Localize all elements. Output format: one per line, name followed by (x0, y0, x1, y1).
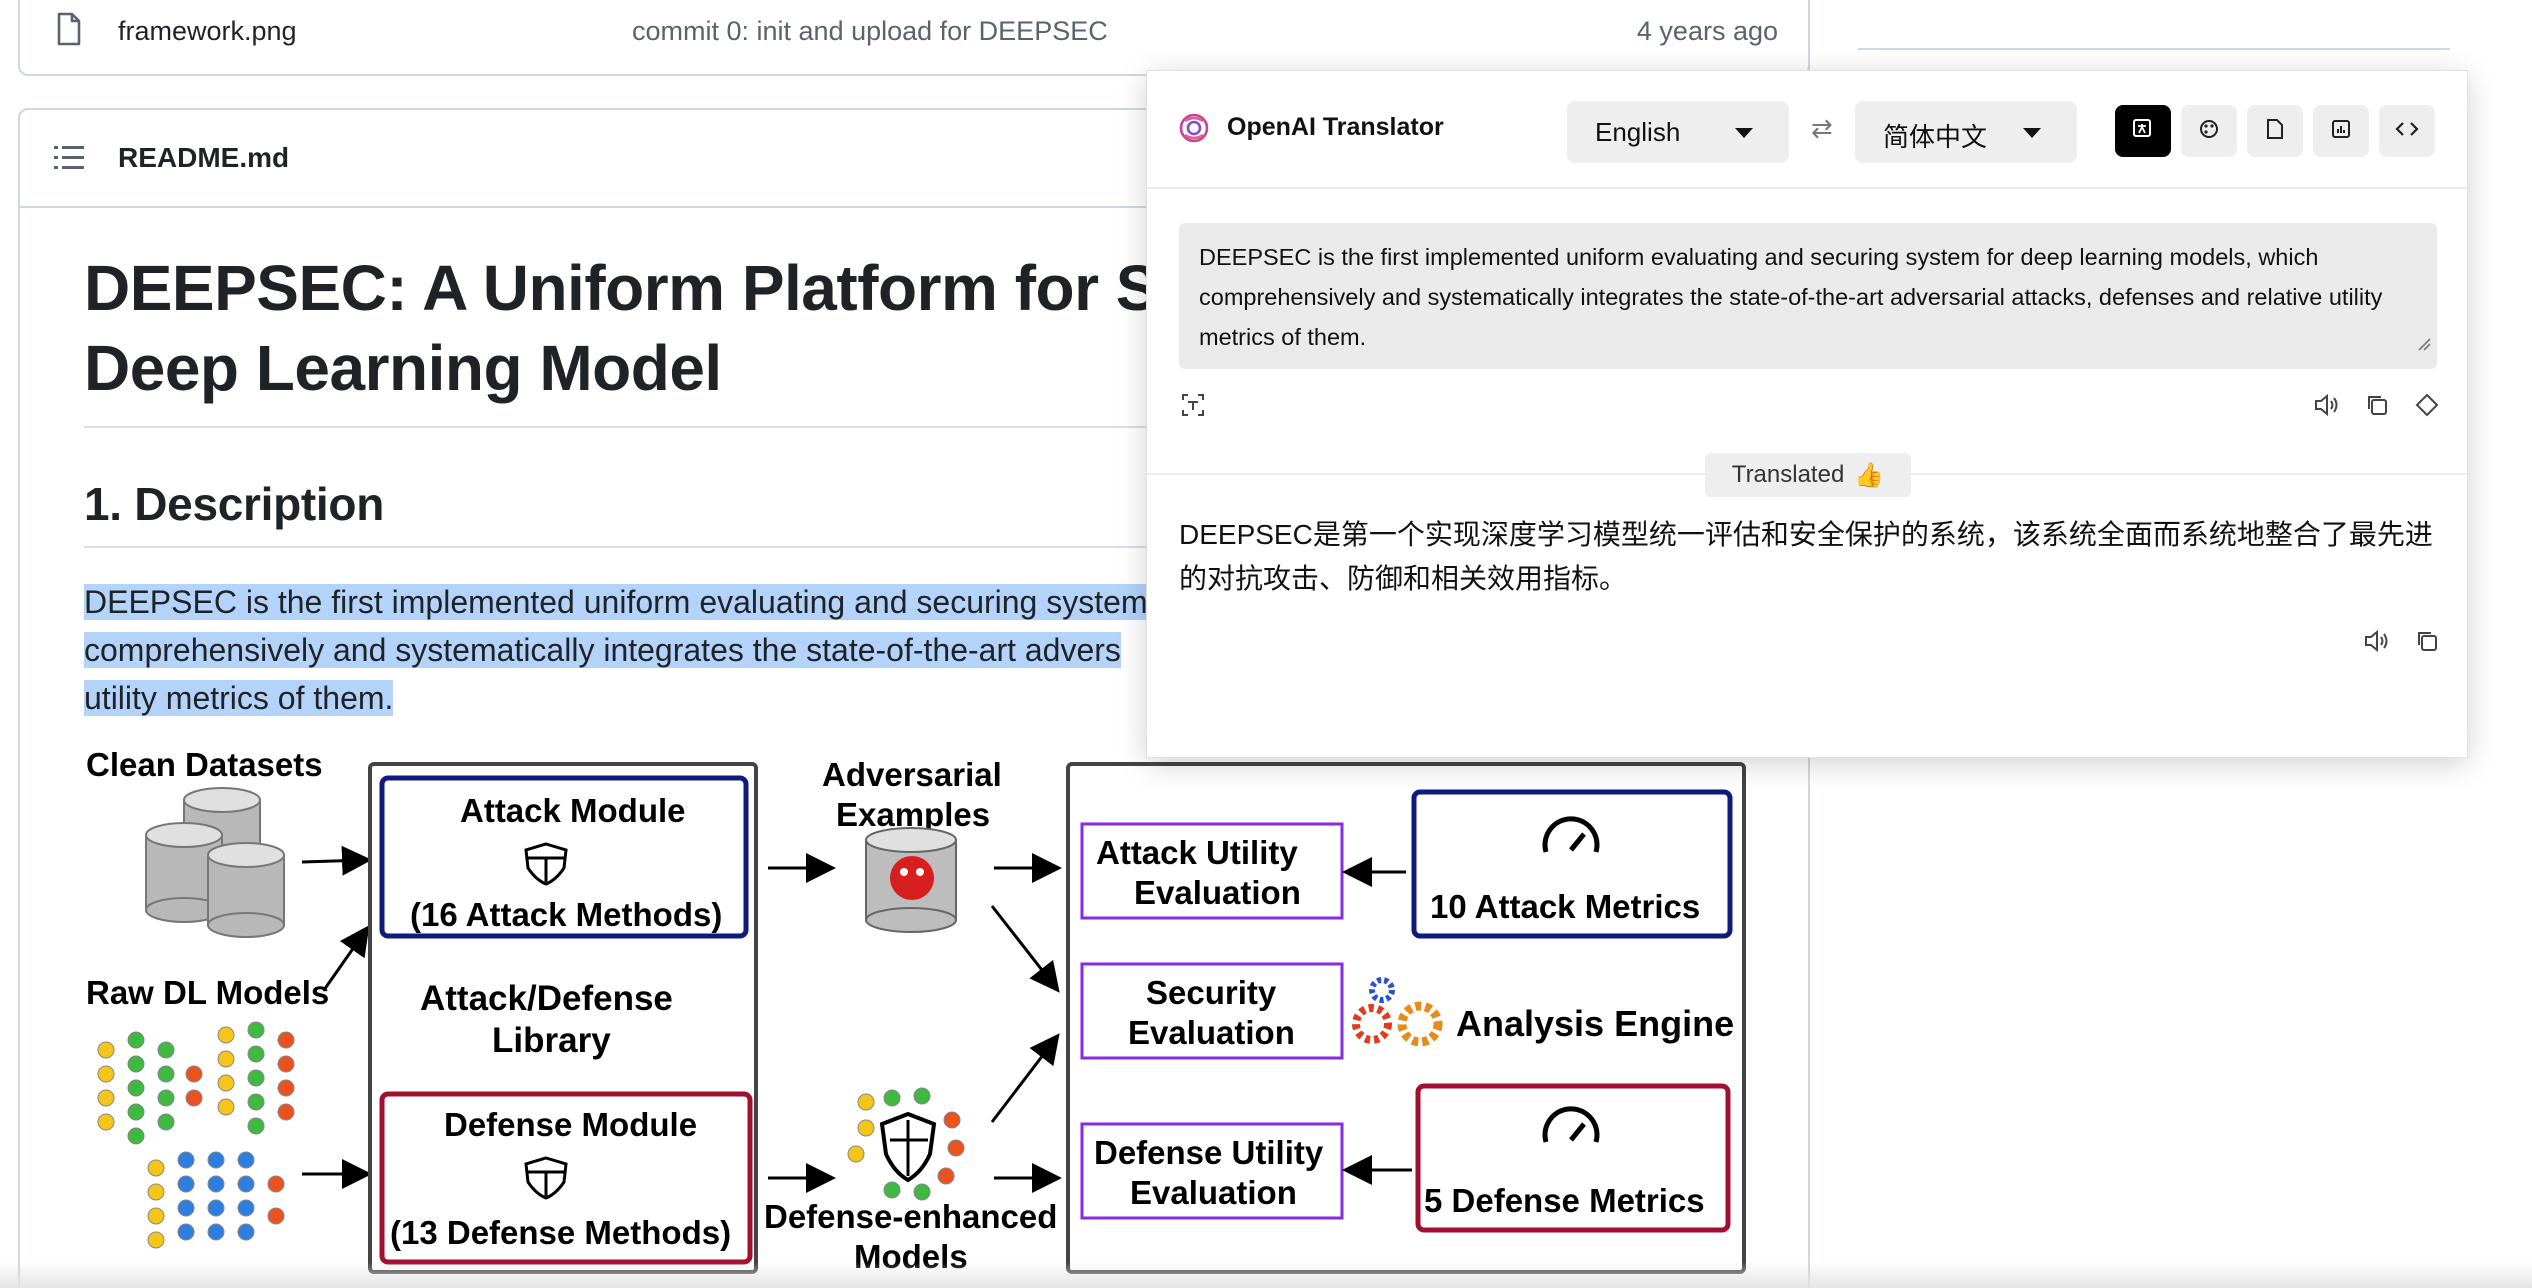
attack-utility-line2: Evaluation (1134, 874, 1301, 911)
source-language-select[interactable]: English (1567, 101, 1789, 163)
target-language-select[interactable]: 简体中文 (1855, 101, 2077, 163)
gears-icon (1352, 977, 1443, 1047)
analysis-engine-label: Analysis Engine (1456, 1003, 1734, 1044)
copy-icon[interactable] (2411, 625, 2443, 657)
sidebar-divider (1858, 48, 2450, 50)
chevron-down-icon (1735, 128, 1753, 138)
analyze-mode-button[interactable] (2313, 105, 2369, 157)
translate-mode-icon (2131, 117, 2155, 146)
label-clean-datasets: Clean Datasets (86, 746, 323, 783)
ocr-icon[interactable] (1177, 389, 1209, 421)
status-badge: Translated 👍 (1705, 453, 1911, 497)
defense-metrics-label: 5 Defense Metrics (1424, 1182, 1705, 1219)
framework-diagram: Clean Datasets Raw DL Models Attack Modu… (66, 740, 1766, 1288)
desc-line-3: utility metrics of them. (84, 680, 394, 716)
label-raw-dl-models: Raw DL Models (86, 974, 329, 1011)
defense-shield-icon (524, 1156, 568, 1200)
swap-icon[interactable]: ⇄ (1811, 113, 1833, 144)
attack-metrics-gauge-icon (1542, 816, 1600, 853)
defense-metrics-gauge-icon (1542, 1106, 1600, 1143)
security-eval-line1: Security (1146, 974, 1277, 1011)
attack-metrics-label: 10 Attack Metrics (1430, 888, 1700, 925)
translator-popup: OpenAI Translator English ⇄ 简体中文 DEEPSEC… (1146, 70, 2468, 758)
polish-mode-button[interactable] (2181, 105, 2237, 157)
page-title-line1: DEEPSEC: A Uniform Platform for Sec (84, 252, 1229, 324)
resize-handle-icon[interactable] (2417, 323, 2431, 363)
defense-enhanced-model-icon (847, 1087, 965, 1201)
target-language-value: 简体中文 (1883, 122, 1988, 152)
desc-line-2: comprehensively and systematically integ… (84, 632, 1121, 668)
attack-shield-icon (524, 842, 568, 886)
copy-icon[interactable] (2361, 389, 2393, 421)
source-language-value: English (1595, 117, 1681, 147)
commit-time: 4 years ago (1636, 16, 1778, 46)
security-eval-line2: Evaluation (1128, 1014, 1295, 1051)
explain-code-icon (2395, 119, 2419, 144)
attack-utility-line1: Attack Utility (1096, 834, 1298, 871)
summarize-mode-button[interactable] (2247, 105, 2303, 157)
file-name-link[interactable]: framework.png (118, 16, 297, 47)
analyze-mode-icon (2330, 118, 2352, 145)
thumbs-up-icon: 👍 (1854, 461, 1885, 489)
openai-logo-icon (1177, 111, 1211, 150)
eraser-icon[interactable] (2411, 389, 2443, 421)
adversarial-label-line1: Adversarial (822, 756, 1002, 793)
defense-module-label: Defense Module (444, 1106, 697, 1143)
speak-icon[interactable] (2361, 625, 2393, 657)
defense-utility-line1: Defense Utility (1094, 1134, 1324, 1171)
translated-text: DEEPSEC是第一个实现深度学习模型统一评估和安全保护的系统，该系统全面而系统… (1179, 519, 2433, 594)
translator-app-name: OpenAI Translator (1227, 113, 1444, 141)
defense-methods-label: (13 Defense Methods) (390, 1214, 731, 1251)
translator-header: OpenAI Translator English ⇄ 简体中文 (1147, 71, 2467, 189)
defense-utility-line2: Evaluation (1130, 1174, 1297, 1211)
database-icon (145, 787, 285, 938)
source-text-input[interactable]: DEEPSEC is the first implemented uniform… (1179, 223, 2437, 369)
bottom-shadow (0, 1262, 2532, 1288)
chevron-down-icon (2023, 128, 2041, 138)
summarize-mode-icon (2265, 118, 2285, 145)
attack-module-label: Attack Module (460, 792, 686, 829)
file-icon (56, 12, 82, 51)
status-text: Translated (1731, 461, 1845, 488)
adversarial-database-icon (865, 827, 957, 933)
neural-network-icon (97, 1021, 295, 1249)
file-row-framework[interactable]: framework.png commit 0: init and upload … (18, 0, 1810, 76)
attack-methods-label: (16 Attack Methods) (410, 896, 722, 933)
speak-icon[interactable] (2311, 389, 2343, 421)
translate-mode-button[interactable] (2115, 105, 2171, 157)
readme-filename[interactable]: README.md (118, 142, 289, 174)
outline-list-icon[interactable] (54, 144, 84, 177)
library-label-line2: Library (492, 1021, 611, 1060)
polish-mode-icon (2198, 118, 2220, 145)
explain-code-button[interactable] (2379, 105, 2435, 157)
desc-line-1: DEEPSEC is the first implemented uniform… (84, 584, 1148, 620)
defense-enhanced-label-line1: Defense-enhanced (764, 1198, 1057, 1235)
commit-message-link[interactable]: commit 0: init and upload for DEEPSEC (632, 16, 1108, 47)
library-label-line1: Attack/Defense (420, 979, 673, 1018)
source-text-value: DEEPSEC is the first implemented uniform… (1199, 244, 2383, 350)
page-title-line2: Deep Learning Model (84, 332, 722, 404)
